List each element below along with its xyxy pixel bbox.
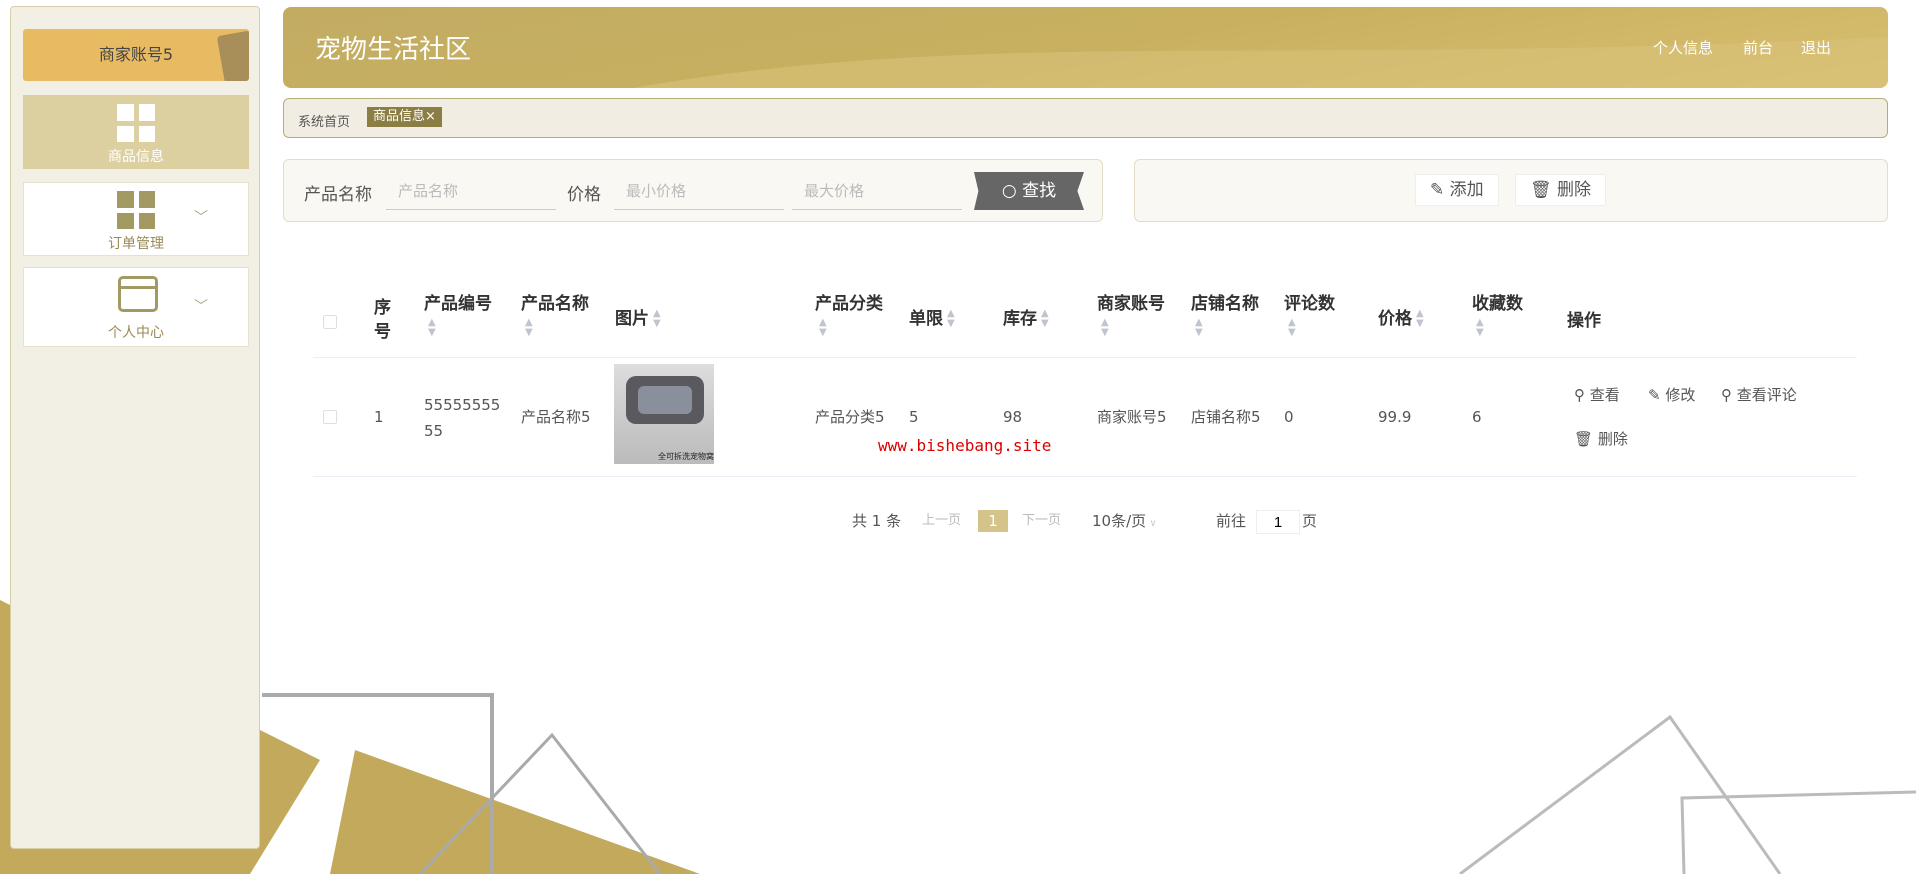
sidebar-item-orders[interactable]: 订单管理 ﹀: [23, 182, 249, 256]
select-all-checkbox[interactable]: [323, 315, 337, 329]
prev-page-button[interactable]: 上一页: [922, 510, 961, 532]
search-button-label: 查找: [1022, 181, 1056, 201]
product-name-input[interactable]: [386, 174, 556, 210]
breadcrumb-home[interactable]: 系统首页: [298, 111, 350, 130]
search-icon: ⚲: [1721, 386, 1737, 404]
column-header-index: 序号: [374, 296, 394, 344]
product-image[interactable]: 全可拆洗宠物窝: [614, 364, 714, 464]
view-comments-button[interactable]: ⚲ 查看评论: [1721, 384, 1797, 405]
trash-icon: 🗑: [1530, 180, 1557, 200]
edit-button[interactable]: ✎ 修改: [1648, 384, 1695, 405]
sidebar-item-label: 商品信息: [24, 146, 248, 166]
edit-icon: ✎: [1430, 180, 1450, 200]
add-button[interactable]: ✎ 添加: [1415, 174, 1499, 206]
wallet-icon: [118, 276, 158, 312]
account-card: 商家账号5: [23, 29, 249, 81]
divider: [313, 476, 1857, 477]
divider: [313, 357, 1857, 358]
cell-comments: 0: [1284, 404, 1294, 430]
cell-merchant: 商家账号5: [1097, 404, 1167, 430]
cell-name: 产品名称5: [521, 404, 591, 430]
cell-category: 产品分类5: [815, 404, 885, 430]
nav-logout-link[interactable]: 退出: [1801, 37, 1831, 58]
search-icon: ○: [1002, 181, 1022, 201]
nav-profile-link[interactable]: 个人信息: [1653, 37, 1713, 58]
row-delete-button[interactable]: 🗑 删除: [1574, 428, 1628, 449]
chevron-down-icon: ﹀: [194, 207, 208, 227]
sidebar-item-profile[interactable]: 个人中心 ﹀: [23, 267, 249, 347]
column-header-actions: 操作: [1567, 309, 1601, 333]
cell-code: 5555555555: [424, 392, 502, 444]
column-header-merchant[interactable]: 商家账号▲▼: [1097, 292, 1165, 340]
name-label: 产品名称: [304, 180, 372, 205]
actions-panel: ✎ 添加 🗑 删除: [1134, 159, 1888, 222]
column-header-comments[interactable]: 评论数▲▼: [1284, 292, 1335, 340]
search-button[interactable]: ○ 查找: [974, 172, 1084, 210]
page-size-select[interactable]: 10条/页 ∨: [1092, 510, 1157, 535]
cell-limit: 5: [909, 404, 919, 430]
site-title: 宠物生活社区: [315, 29, 471, 66]
delete-button[interactable]: 🗑 删除: [1515, 174, 1606, 206]
close-icon[interactable]: ×: [425, 109, 436, 124]
price-label: 价格: [567, 180, 601, 205]
column-header-shop[interactable]: 店铺名称▲▼: [1191, 292, 1259, 340]
cell-index: 1: [374, 404, 384, 430]
column-header-favorites[interactable]: 收藏数▲▼: [1472, 292, 1523, 340]
breadcrumb: 系统首页 商品信息×: [283, 98, 1888, 138]
trash-icon: 🗑: [1574, 430, 1598, 448]
cell-favorites: 6: [1472, 404, 1482, 430]
chevron-down-icon: ﹀: [194, 296, 208, 316]
tab-products[interactable]: 商品信息×: [367, 107, 442, 127]
sidebar-item-products[interactable]: 商品信息: [23, 95, 249, 169]
goto-page-input[interactable]: [1256, 510, 1300, 534]
page-unit-label: 页: [1302, 510, 1317, 532]
column-header-limit[interactable]: 单限▲▼: [909, 307, 955, 331]
total-count: 共 1 条: [852, 510, 901, 532]
sidebar-item-label: 订单管理: [24, 233, 248, 253]
sidebar-item-label: 个人中心: [24, 322, 248, 342]
account-name: 商家账号5: [99, 45, 173, 64]
search-icon: ⚲: [1574, 386, 1590, 404]
nav-frontend-link[interactable]: 前台: [1743, 37, 1773, 58]
sidebar: 商家账号5 商品信息 订单管理 ﹀ 个人中心 ﹀: [10, 6, 260, 849]
grid-icon: [117, 191, 155, 229]
column-header-image[interactable]: 图片▲▼: [615, 307, 661, 331]
delete-label: 删除: [1557, 180, 1591, 200]
edit-icon: ✎: [1648, 386, 1665, 404]
min-price-input[interactable]: [614, 174, 784, 210]
view-button[interactable]: ⚲ 查看: [1574, 384, 1620, 405]
cell-stock: 98: [1003, 404, 1022, 430]
column-header-price[interactable]: 价格▲▼: [1378, 307, 1424, 331]
page-1-button[interactable]: 1: [978, 510, 1008, 532]
cell-shop: 店铺名称5: [1191, 404, 1261, 430]
search-panel: 产品名称 价格 ○ 查找: [283, 159, 1103, 222]
column-header-name[interactable]: 产品名称▲▼: [521, 292, 589, 340]
grid-icon: [117, 104, 155, 142]
max-price-input[interactable]: [792, 174, 962, 210]
watermark: www.bishebang.site: [878, 436, 1051, 455]
column-header-category[interactable]: 产品分类▲▼: [815, 292, 883, 340]
cell-price: 99.9: [1378, 404, 1411, 430]
column-header-code[interactable]: 产品编号▲▼: [424, 292, 492, 340]
column-header-stock[interactable]: 库存▲▼: [1003, 307, 1049, 331]
add-label: 添加: [1450, 180, 1484, 200]
next-page-button[interactable]: 下一页: [1022, 510, 1061, 532]
image-caption: 全可拆洗宠物窝: [614, 451, 714, 462]
goto-label: 前往: [1216, 510, 1246, 532]
row-checkbox[interactable]: [323, 410, 337, 424]
top-header: 宠物生活社区 个人信息 前台 退出: [283, 7, 1888, 88]
tab-label: 商品信息: [373, 109, 425, 124]
